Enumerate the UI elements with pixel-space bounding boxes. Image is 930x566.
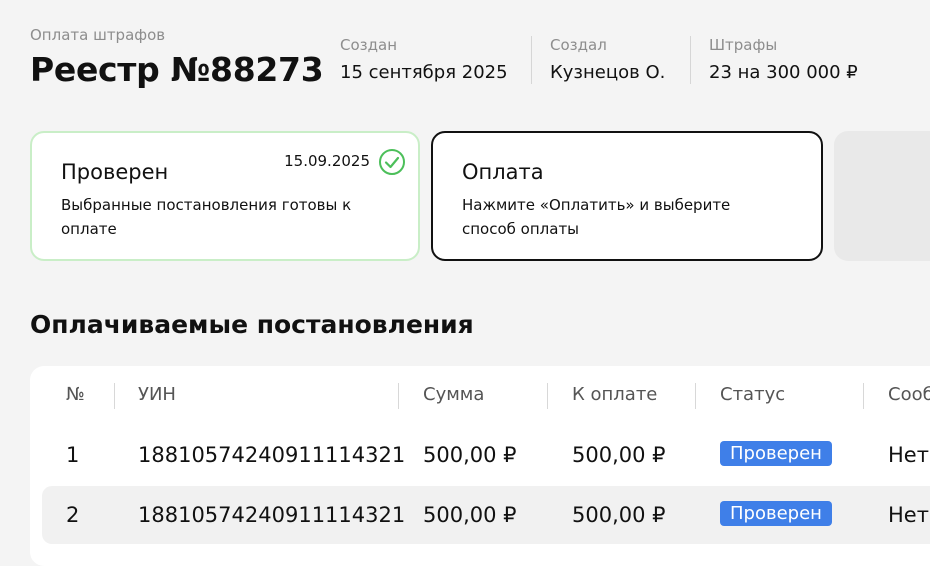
- column-divider: [695, 383, 696, 409]
- column-divider: [398, 383, 399, 409]
- cell-message: Нет: [888, 443, 929, 467]
- meta-divider: [531, 36, 532, 84]
- meta-label: Штрафы: [709, 36, 778, 54]
- column-header-message[interactable]: Сооб: [888, 384, 930, 405]
- cell-to-pay: 500,00 ₽: [572, 443, 666, 467]
- meta-label: Создал: [550, 36, 607, 54]
- cell-uin: 18810574240911114321: [138, 443, 406, 467]
- cell-to-pay: 500,00 ₽: [572, 503, 666, 527]
- meta-value: Кузнецов О.: [550, 62, 666, 83]
- meta-value: 15 сентября 2025: [340, 62, 508, 83]
- page-title: Реестр №88273: [30, 50, 324, 89]
- check-circle-icon: [379, 149, 405, 175]
- section-title: Оплачиваемые постановления: [30, 310, 474, 339]
- column-divider: [114, 383, 115, 409]
- cell-uin: 18810574240911114321: [138, 503, 406, 527]
- table-row[interactable]: 2 18810574240911114321 500,00 ₽ 500,00 ₽…: [42, 486, 930, 544]
- resolutions-table: № УИН Сумма К оплате Статус Сооб 1 18810…: [30, 366, 930, 566]
- cell-sum: 500,00 ₽: [423, 503, 517, 527]
- cell-message: Нет: [888, 503, 929, 527]
- step-date: 15.09.2025: [284, 152, 370, 170]
- step-title: Проверен: [61, 160, 169, 184]
- step-title: Оплата: [462, 160, 544, 184]
- column-header-sum[interactable]: Сумма: [423, 384, 484, 405]
- meta-value: 23 на 300 000 ₽: [709, 62, 858, 83]
- cell-number: 2: [66, 503, 80, 527]
- status-badge: Проверен: [720, 441, 832, 466]
- breadcrumb[interactable]: Оплата штрафов: [30, 26, 165, 44]
- column-header-uin[interactable]: УИН: [138, 384, 176, 405]
- step-card-payment[interactable]: Оплата Нажмите «Оплатить» и выберите спо…: [431, 131, 823, 261]
- meta-created: Создан 15 сентября 2025: [340, 36, 508, 84]
- cell-number: 1: [66, 443, 80, 467]
- meta-divider: [690, 36, 691, 84]
- column-header-number[interactable]: №: [66, 384, 85, 405]
- meta-label: Создан: [340, 36, 397, 54]
- step-card-verified: Проверен Выбранные постановления готовы …: [30, 131, 420, 261]
- column-divider: [547, 383, 548, 409]
- table-row[interactable]: 1 18810574240911114321 500,00 ₽ 500,00 ₽…: [42, 426, 930, 484]
- cell-sum: 500,00 ₽: [423, 443, 517, 467]
- meta-author: Создал Кузнецов О.: [550, 36, 665, 84]
- column-divider: [863, 383, 864, 409]
- meta-fines: Штрафы 23 на 300 000 ₽: [709, 36, 858, 84]
- column-header-to-pay[interactable]: К оплате: [572, 384, 657, 405]
- registry-header: Оплата штрафов Реестр №88273 Создан 15 с…: [30, 26, 930, 96]
- step-description: Выбранные постановления готовы к оплате: [61, 196, 352, 238]
- status-badge: Проверен: [720, 501, 832, 526]
- step-description: Нажмите «Оплатить» и выберите способ опл…: [462, 196, 731, 238]
- column-header-status[interactable]: Статус: [720, 384, 785, 405]
- step-card-next: [834, 131, 930, 261]
